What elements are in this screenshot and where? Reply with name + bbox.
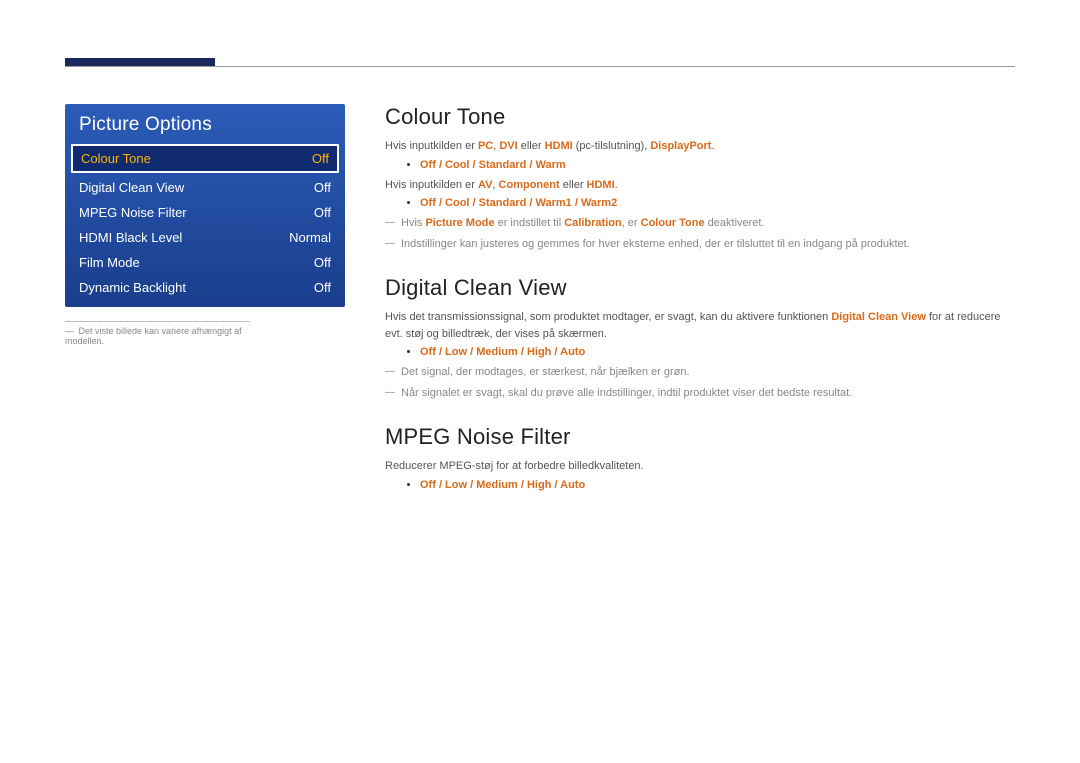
text: deaktiveret. (705, 217, 765, 229)
text: er indstillet til (495, 217, 565, 229)
section-digital-clean-view: Digital Clean View Hvis det transmission… (385, 275, 1015, 402)
text: Hvis det transmissionssignal, som produk… (385, 311, 831, 323)
hl-calibration: Calibration (564, 217, 621, 229)
hl-picture-mode: Picture Mode (425, 217, 494, 229)
left-caption: ― Det viste billede kan variere afhængig… (65, 321, 250, 346)
bullet-icon (407, 350, 410, 353)
bullet-icon (407, 483, 410, 486)
mpeg-body: Reducerer MPEG-støj for at forbedre bill… (385, 458, 1015, 475)
menu-item-label: Digital Clean View (79, 180, 184, 195)
hl-hdmi: HDMI (545, 140, 573, 152)
text: eller (560, 179, 587, 191)
colour-tone-line2: Hvis inputkilden er AV, Component eller … (385, 177, 1015, 194)
bullet-icon (407, 163, 410, 166)
dcv-note-1: ― Det signal, der modtages, er stærkest,… (385, 364, 1015, 382)
dcv-options: Off / Low / Medium / High / Auto (385, 346, 1015, 358)
mpeg-options: Off / Low / Medium / High / Auto (385, 479, 1015, 491)
heading-colour-tone: Colour Tone (385, 104, 1015, 130)
menu-item-digital-clean-view[interactable]: Digital Clean View Off (65, 175, 345, 200)
menu-item-label: Dynamic Backlight (79, 280, 186, 295)
text: eller (518, 140, 545, 152)
colour-tone-options-1: Off / Cool / Standard / Warm (385, 159, 1015, 171)
menu-item-label: Colour Tone (81, 151, 151, 166)
menu-item-value: Off (314, 255, 331, 270)
menu-item-mpeg-noise-filter[interactable]: MPEG Noise Filter Off (65, 200, 345, 225)
hl-dcv: Digital Clean View (831, 311, 926, 323)
hl-pc: PC (478, 140, 493, 152)
note-dash-icon: ― (385, 236, 395, 252)
menu-item-label: Film Mode (79, 255, 140, 270)
text: (pc-tilslutning), (573, 140, 651, 152)
caption-dash: ― (65, 326, 74, 336)
left-column: Picture Options Colour Tone Off Digital … (65, 104, 345, 513)
menu-item-value: Off (312, 151, 329, 166)
text: . (711, 140, 714, 152)
colour-tone-note-2: ― Indstillinger kan justeres og gemmes f… (385, 236, 1015, 254)
note-text: Hvis Picture Mode er indstillet til Cali… (401, 215, 1015, 233)
hl-av: AV (478, 179, 492, 191)
hl-colour-tone: Colour Tone (641, 217, 705, 229)
text: Hvis inputkilden er (385, 140, 478, 152)
menu-title: Picture Options (65, 104, 345, 144)
menu-item-dynamic-backlight[interactable]: Dynamic Backlight Off (65, 275, 345, 307)
accent-bar (65, 58, 215, 66)
note-dash-icon: ― (385, 385, 395, 401)
text: Hvis inputkilden er (385, 179, 478, 191)
menu-item-hdmi-black-level[interactable]: HDMI Black Level Normal (65, 225, 345, 250)
menu-item-value: Normal (289, 230, 331, 245)
options-text: Off / Cool / Standard / Warm (420, 159, 566, 171)
menu-item-value: Off (314, 180, 331, 195)
menu-item-film-mode[interactable]: Film Mode Off (65, 250, 345, 275)
colour-tone-options-2: Off / Cool / Standard / Warm1 / Warm2 (385, 197, 1015, 209)
options-text: Off / Low / Medium / High / Auto (420, 479, 585, 491)
hl-displayport: DisplayPort (650, 140, 711, 152)
heading-mpeg: MPEG Noise Filter (385, 424, 1015, 450)
note-text: Det signal, der modtages, er stærkest, n… (401, 364, 1015, 382)
menu-item-value: Off (314, 280, 331, 295)
text: Hvis (401, 217, 425, 229)
caption-text: Det viste billede kan variere afhængigt … (65, 326, 242, 346)
text: . (615, 179, 618, 191)
note-dash-icon: ― (385, 215, 395, 231)
section-colour-tone: Colour Tone Hvis inputkilden er PC, DVI … (385, 104, 1015, 253)
hl-hdmi: HDMI (587, 179, 615, 191)
picture-options-menu: Picture Options Colour Tone Off Digital … (65, 104, 345, 307)
heading-dcv: Digital Clean View (385, 275, 1015, 301)
hl-dvi: DVI (499, 140, 517, 152)
colour-tone-line1: Hvis inputkilden er PC, DVI eller HDMI (… (385, 138, 1015, 155)
note-text: Når signalet er svagt, skal du prøve all… (401, 385, 1015, 403)
bullet-icon (407, 201, 410, 204)
menu-item-label: HDMI Black Level (79, 230, 182, 245)
options-text: Off / Low / Medium / High / Auto (420, 346, 585, 358)
right-column: Colour Tone Hvis inputkilden er PC, DVI … (385, 104, 1015, 513)
dcv-body: Hvis det transmissionssignal, som produk… (385, 309, 1015, 342)
note-text: Indstillinger kan justeres og gemmes for… (401, 236, 1015, 254)
colour-tone-note-1: ― Hvis Picture Mode er indstillet til Ca… (385, 215, 1015, 233)
options-text: Off / Cool / Standard / Warm1 / Warm2 (420, 197, 617, 209)
dcv-note-2: ― Når signalet er svagt, skal du prøve a… (385, 385, 1015, 403)
content: Picture Options Colour Tone Off Digital … (65, 104, 1015, 513)
hl-component: Component (499, 179, 560, 191)
note-dash-icon: ― (385, 364, 395, 380)
menu-item-value: Off (314, 205, 331, 220)
text: , er (622, 217, 641, 229)
page: Picture Options Colour Tone Off Digital … (0, 0, 1080, 763)
section-mpeg: MPEG Noise Filter Reducerer MPEG-støj fo… (385, 424, 1015, 491)
menu-item-label: MPEG Noise Filter (79, 205, 187, 220)
top-divider (65, 66, 1015, 67)
menu-item-colour-tone[interactable]: Colour Tone Off (71, 144, 339, 173)
